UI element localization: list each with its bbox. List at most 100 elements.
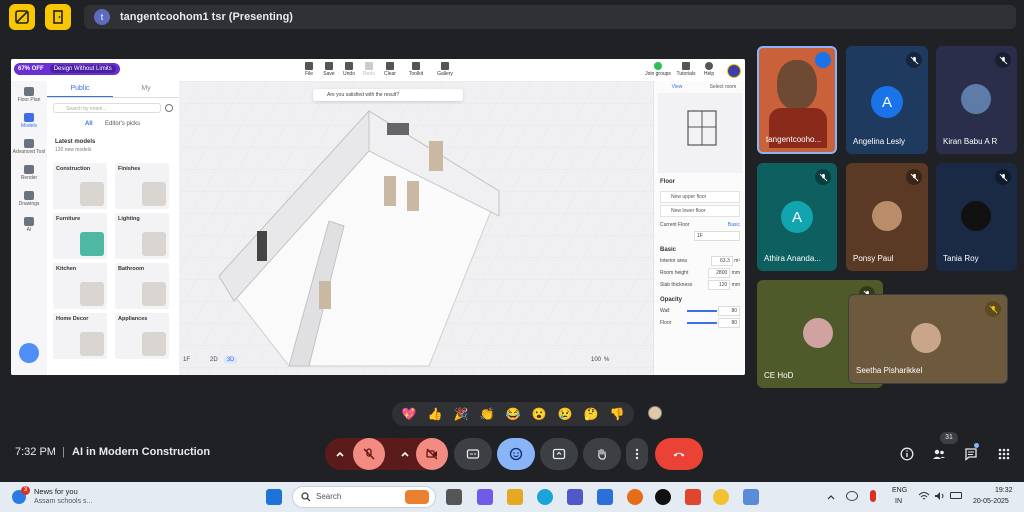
- category-furniture[interactable]: Furniture: [53, 213, 107, 259]
- volume-icon[interactable]: [934, 491, 946, 501]
- battery-icon[interactable]: [950, 492, 962, 499]
- present-button[interactable]: [540, 438, 578, 470]
- latest-models-title[interactable]: Latest models: [55, 139, 95, 145]
- taskbar-search[interactable]: Search: [292, 486, 436, 508]
- reaction-laugh[interactable]: 😂: [506, 408, 521, 420]
- floor-selector[interactable]: 1F: [183, 357, 190, 363]
- more-options-button[interactable]: [626, 438, 648, 470]
- tile-kiran[interactable]: Kiran Babu A R: [936, 46, 1017, 154]
- toolbar-file[interactable]: File: [299, 62, 319, 77]
- category-appliances[interactable]: Appliances: [115, 313, 169, 359]
- toolbar-gallery[interactable]: Gallery: [435, 62, 455, 77]
- subtab-editors-picks[interactable]: Editor's picks: [105, 121, 140, 127]
- category-bathroom[interactable]: Bathroom: [115, 263, 169, 309]
- toolbar-undo[interactable]: Undo: [339, 62, 359, 77]
- taskbar-time[interactable]: 19:32: [995, 487, 1013, 494]
- tile-tania[interactable]: Tania Roy: [936, 163, 1017, 271]
- tutorials[interactable]: Tutorials: [673, 62, 699, 77]
- companion-mode-button[interactable]: [9, 4, 35, 30]
- windows-start-icon[interactable]: [266, 489, 282, 505]
- tile-presenter[interactable]: tangentcooho...: [757, 46, 837, 154]
- tab-public[interactable]: Public: [47, 81, 113, 97]
- news-title[interactable]: News for you: [34, 487, 78, 496]
- new-lower-floor-button[interactable]: New lower floor: [660, 205, 740, 217]
- zoom-control[interactable]: 100%: [591, 357, 609, 363]
- captions-button[interactable]: [454, 438, 492, 470]
- taskbar-date[interactable]: 20-05-2025: [973, 498, 1009, 505]
- render-tool[interactable]: Render: [11, 165, 47, 181]
- meeting-info-button[interactable]: [898, 445, 916, 463]
- floor-slider[interactable]: [686, 321, 717, 324]
- toolbar-toolkit[interactable]: Toolkit: [406, 62, 426, 77]
- reaction-thumbs-down[interactable]: 👎: [610, 408, 625, 420]
- people-button[interactable]: [930, 445, 948, 463]
- store-icon[interactable]: [597, 489, 613, 505]
- new-upper-floor-button[interactable]: New upper floor: [660, 191, 740, 203]
- mode-2d[interactable]: 2D: [210, 357, 218, 363]
- reaction-heart[interactable]: 💖: [402, 408, 417, 420]
- chrome-icon[interactable]: [713, 489, 729, 505]
- category-lighting[interactable]: Lighting: [115, 213, 169, 259]
- tile-seetha[interactable]: Seetha Pisharikkel: [848, 294, 1008, 384]
- raise-hand-button[interactable]: [583, 438, 621, 470]
- 3d-viewport[interactable]: Are you satisfied with the result? 1F 2D…: [179, 81, 653, 375]
- skin-tone-icon[interactable]: [648, 406, 662, 420]
- feedback-toast[interactable]: Are you satisfied with the result?: [313, 89, 463, 101]
- current-floor-field[interactable]: 1F: [694, 231, 740, 241]
- reaction-thinking[interactable]: 🤔: [584, 408, 599, 420]
- toolbar-clear[interactable]: Clear: [380, 62, 400, 77]
- wall-field[interactable]: 80: [718, 306, 740, 316]
- reaction-thumbs-up[interactable]: 👍: [428, 408, 443, 420]
- file-explorer-icon[interactable]: [507, 489, 523, 505]
- floor-plan-tool[interactable]: Floor Plan: [11, 87, 47, 103]
- assistant-icon[interactable]: [19, 343, 39, 363]
- join-groups[interactable]: Join groups: [643, 62, 673, 77]
- reaction-sad[interactable]: 😢: [558, 408, 573, 420]
- tab-view[interactable]: View: [654, 81, 700, 93]
- tile-angelina[interactable]: A Angelina Lesly: [846, 46, 928, 154]
- news-subtitle[interactable]: Assam schools s...: [34, 498, 92, 505]
- tab-select-room[interactable]: Select room: [700, 81, 745, 93]
- wifi-icon[interactable]: [918, 491, 930, 501]
- models-tool[interactable]: Models: [11, 113, 47, 129]
- activities-button[interactable]: [995, 445, 1013, 463]
- slab-thickness-field[interactable]: 120: [708, 280, 731, 290]
- toolbar-save[interactable]: Save: [319, 62, 339, 77]
- tab-my[interactable]: My: [113, 81, 179, 97]
- toolbar-redo[interactable]: Redo: [359, 62, 379, 77]
- subtab-all[interactable]: All: [85, 121, 93, 127]
- leave-call-button[interactable]: [655, 438, 703, 470]
- wall-slider[interactable]: [686, 309, 717, 312]
- category-home-decor[interactable]: Home Decor: [53, 313, 107, 359]
- category-construction[interactable]: Construction: [53, 163, 107, 209]
- promo-banner[interactable]: 67% OFF Design Without Limits: [14, 63, 120, 75]
- firefox-icon[interactable]: [627, 489, 643, 505]
- current-floor-link[interactable]: Basic: [728, 219, 740, 231]
- chevron-up-icon[interactable]: [826, 492, 836, 502]
- user-avatar[interactable]: [727, 64, 741, 78]
- task-view-icon[interactable]: [446, 489, 462, 505]
- tile-athira[interactable]: A Athira Ananda...: [757, 163, 837, 271]
- camera-toggle-button[interactable]: [416, 438, 448, 470]
- mic-toggle-button[interactable]: [353, 438, 385, 470]
- language-region[interactable]: IN: [895, 498, 902, 505]
- category-kitchen[interactable]: Kitchen: [53, 263, 107, 309]
- advanced-tool[interactable]: Advanced Tool: [11, 139, 47, 155]
- dell-icon[interactable]: [655, 489, 671, 505]
- reactions-button[interactable]: [497, 438, 535, 470]
- room-height-field[interactable]: 2800: [708, 268, 731, 278]
- help[interactable]: Help: [699, 62, 719, 77]
- search-icon[interactable]: [165, 104, 173, 112]
- reaction-clap[interactable]: 👏: [480, 408, 495, 420]
- exit-mode-button[interactable]: [45, 4, 71, 30]
- copilot-icon[interactable]: [477, 489, 493, 505]
- reaction-surprised[interactable]: 😮: [532, 408, 547, 420]
- mic-in-use-icon[interactable]: [870, 490, 876, 502]
- drawings-tool[interactable]: Drawings: [11, 191, 47, 207]
- office-icon[interactable]: [685, 489, 701, 505]
- category-finishes[interactable]: Finishes: [115, 163, 169, 209]
- search-input[interactable]: Search by enteri...: [53, 103, 161, 113]
- shared-screen[interactable]: 67% OFF Design Without Limits File Save …: [11, 59, 745, 375]
- cloud-icon[interactable]: [846, 491, 858, 501]
- tile-ponsy[interactable]: Ponsy Paul: [846, 163, 928, 271]
